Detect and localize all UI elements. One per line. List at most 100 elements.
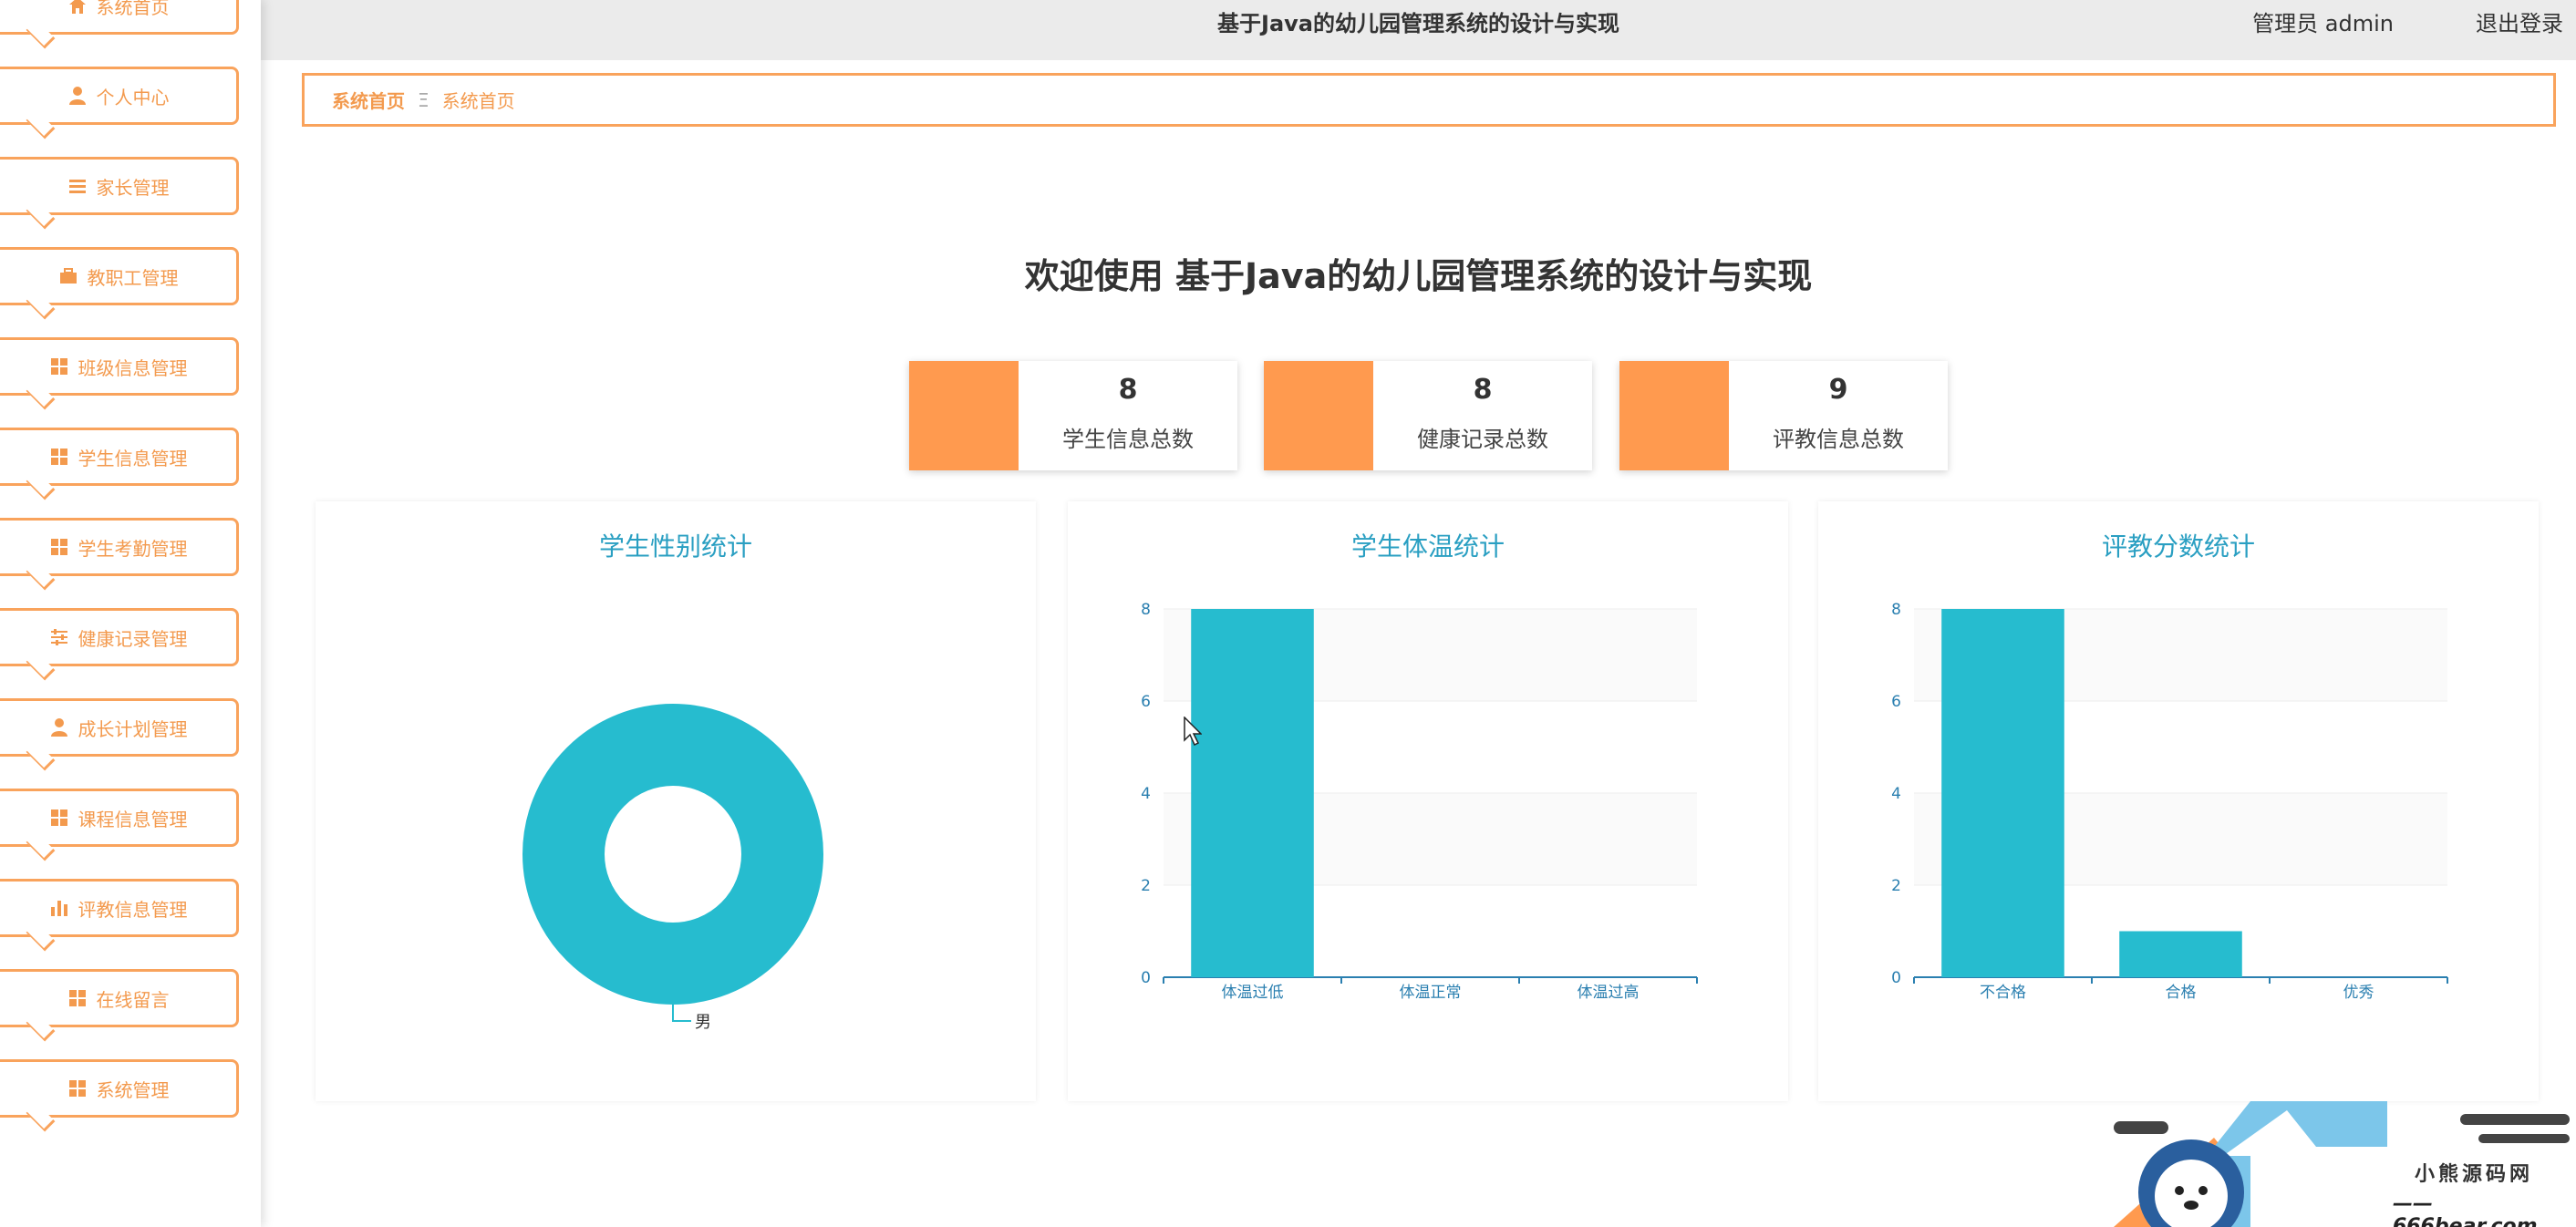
stat-label: 学生信息总数 — [1062, 427, 1194, 452]
stat-swatch — [909, 361, 1019, 470]
bar-chart-icon — [49, 898, 69, 918]
grid-icon — [49, 808, 69, 828]
breadcrumb: 系统首页 Ξ 系统首页 — [302, 73, 2556, 127]
stat-value: 8 — [1118, 374, 1138, 406]
y-tick-label: 2 — [1891, 877, 1901, 895]
sidebar-item-label: 个人中心 — [96, 86, 170, 108]
watermark: 小熊源码网 ——666bear.com—— — [2114, 1101, 2576, 1227]
sidebar-item-6[interactable]: 学生信息管理 — [0, 428, 239, 500]
stat-value: 8 — [1473, 374, 1493, 406]
breadcrumb-home-link[interactable]: 系统首页 — [332, 87, 405, 113]
x-tick-label: 体温过低 — [1222, 984, 1284, 1002]
breadcrumb-current: 系统首页 — [441, 90, 515, 112]
evaluation-bar-chart: 0 2 4 6 8 不合格 合格 优秀 — [1891, 601, 2448, 1002]
menu-notch — [26, 831, 56, 861]
stat-value: 9 — [1828, 374, 1848, 406]
welcome-heading: 欢迎使用 基于Java的幼儿园管理系统的设计与实现 — [1024, 256, 1813, 296]
grid-icon — [49, 356, 69, 376]
stat-swatch — [1619, 361, 1729, 470]
stat-card-health: 8 健康记录总数 — [1264, 361, 1592, 470]
menu-notch — [26, 651, 56, 681]
menu-notch — [26, 1012, 56, 1042]
x-tick-label: 体温正常 — [1400, 984, 1462, 1002]
menu-notch — [26, 200, 56, 230]
sidebar-item-label: 课程信息管理 — [78, 808, 188, 830]
x-tick-label: 优秀 — [2343, 984, 2374, 1002]
temperature-chart-panel: 学生体温统计 0 2 4 6 8 体温过低 体温正常 体温过高 — [1068, 501, 1788, 1101]
sidebar-item-label: 班级信息管理 — [78, 356, 188, 379]
sidebar: 系统首页个人中心家长管理教职工管理班级信息管理 学生信息管理 学生考勤管理健康记录管… — [0, 0, 261, 1227]
y-tick-label: 8 — [1891, 601, 1901, 619]
pie-label: 男 — [695, 1013, 711, 1032]
sidebar-item-label: 教职工管理 — [87, 266, 179, 289]
sidebar-item-label: 系统首页 — [96, 0, 170, 18]
sidebar-item-8[interactable]: 健康记录管理 — [0, 608, 239, 681]
sidebar-item-10[interactable]: 课程信息管理 — [0, 789, 239, 861]
x-tick-label: 不合格 — [1980, 984, 2026, 1002]
pie-leader-line — [672, 1005, 691, 1022]
bar — [1191, 609, 1314, 977]
list-icon — [67, 176, 88, 196]
sidebar-item-2[interactable]: 个人中心 — [0, 67, 239, 139]
gender-donut-chart: 男 — [522, 704, 823, 1032]
top-bar: 基于Java的幼儿园管理系统的设计与实现 管理员 admin 退出登录 — [261, 0, 2576, 60]
bar — [1941, 609, 2064, 977]
stat-label: 评教信息总数 — [1773, 427, 1904, 452]
stat-card-evaluation: 9 评教信息总数 — [1619, 361, 1948, 470]
bar — [2119, 931, 2242, 977]
sidebar-item-1[interactable]: 系统首页 — [0, 0, 239, 49]
user-icon — [67, 86, 88, 106]
watermark-line2: ——666bear.com—— — [2393, 1192, 2538, 1227]
y-tick-label: 4 — [1891, 785, 1901, 803]
user-icon — [49, 717, 69, 737]
stat-label: 健康记录总数 — [1417, 427, 1548, 452]
sidebar-item-5[interactable]: 班级信息管理 — [0, 337, 239, 410]
y-tick-label: 2 — [1141, 877, 1151, 895]
menu-notch — [26, 922, 56, 952]
sidebar-item-label: 学生信息管理 — [78, 447, 188, 469]
x-tick-label: 合格 — [2166, 984, 2197, 1002]
menu-notch — [26, 19, 56, 49]
logout-link[interactable]: 退出登录 — [2476, 5, 2563, 37]
sidebar-item-9[interactable]: 成长计划管理 — [0, 698, 239, 771]
grid-icon — [67, 988, 88, 1008]
sidebar-item-label: 系统管理 — [96, 1078, 170, 1101]
grid-icon — [49, 447, 69, 467]
gender-chart-panel: 学生性别统计 男 — [316, 501, 1036, 1101]
evaluation-chart-panel: 评教分数统计 0 2 4 6 8 不合格 合格 优秀 — [1818, 501, 2539, 1101]
menu-notch — [26, 109, 56, 139]
app-title: 基于Java的幼儿园管理系统的设计与实现 — [1217, 11, 1619, 36]
sidebar-item-label: 家长管理 — [96, 176, 170, 199]
current-user: 管理员 admin — [2252, 11, 2394, 36]
home-icon — [67, 0, 88, 15]
grid-icon — [67, 1078, 88, 1098]
mouse-cursor-icon — [1184, 717, 1202, 746]
y-tick-label: 6 — [1141, 693, 1151, 711]
sidebar-item-label: 评教信息管理 — [78, 898, 188, 921]
stat-swatch — [1264, 361, 1373, 470]
sidebar-item-12[interactable]: 在线留言 — [0, 969, 239, 1042]
briefcase-icon — [58, 266, 78, 286]
sidebar-item-label: 成长计划管理 — [78, 717, 188, 740]
sidebar-item-7[interactable]: 学生考勤管理 — [0, 518, 239, 591]
sidebar-item-13[interactable]: 系统管理 — [0, 1059, 239, 1132]
menu-notch — [26, 290, 56, 320]
grid-icon — [49, 537, 69, 557]
menu-notch — [26, 1102, 56, 1132]
stat-card-students: 8 学生信息总数 — [909, 361, 1237, 470]
sidebar-item-label: 学生考勤管理 — [78, 537, 188, 560]
sidebar-item-11[interactable]: 评教信息管理 — [0, 879, 239, 952]
menu-notch — [26, 380, 56, 410]
y-tick-label: 4 — [1141, 785, 1151, 803]
sliders-icon — [49, 627, 69, 647]
y-tick-label: 0 — [1141, 969, 1151, 987]
watermark-line1: 小熊源码网 — [2415, 1163, 2534, 1186]
y-tick-label: 0 — [1891, 969, 1901, 987]
y-tick-label: 6 — [1891, 693, 1901, 711]
breadcrumb-separator-icon: Ξ — [418, 88, 429, 111]
menu-notch — [26, 741, 56, 771]
temperature-bar-chart: 0 2 4 6 8 体温过低 体温正常 体温过高 — [1141, 601, 1698, 1002]
sidebar-item-4[interactable]: 教职工管理 — [0, 247, 239, 320]
sidebar-item-3[interactable]: 家长管理 — [0, 157, 239, 230]
y-tick-label: 8 — [1141, 601, 1151, 619]
